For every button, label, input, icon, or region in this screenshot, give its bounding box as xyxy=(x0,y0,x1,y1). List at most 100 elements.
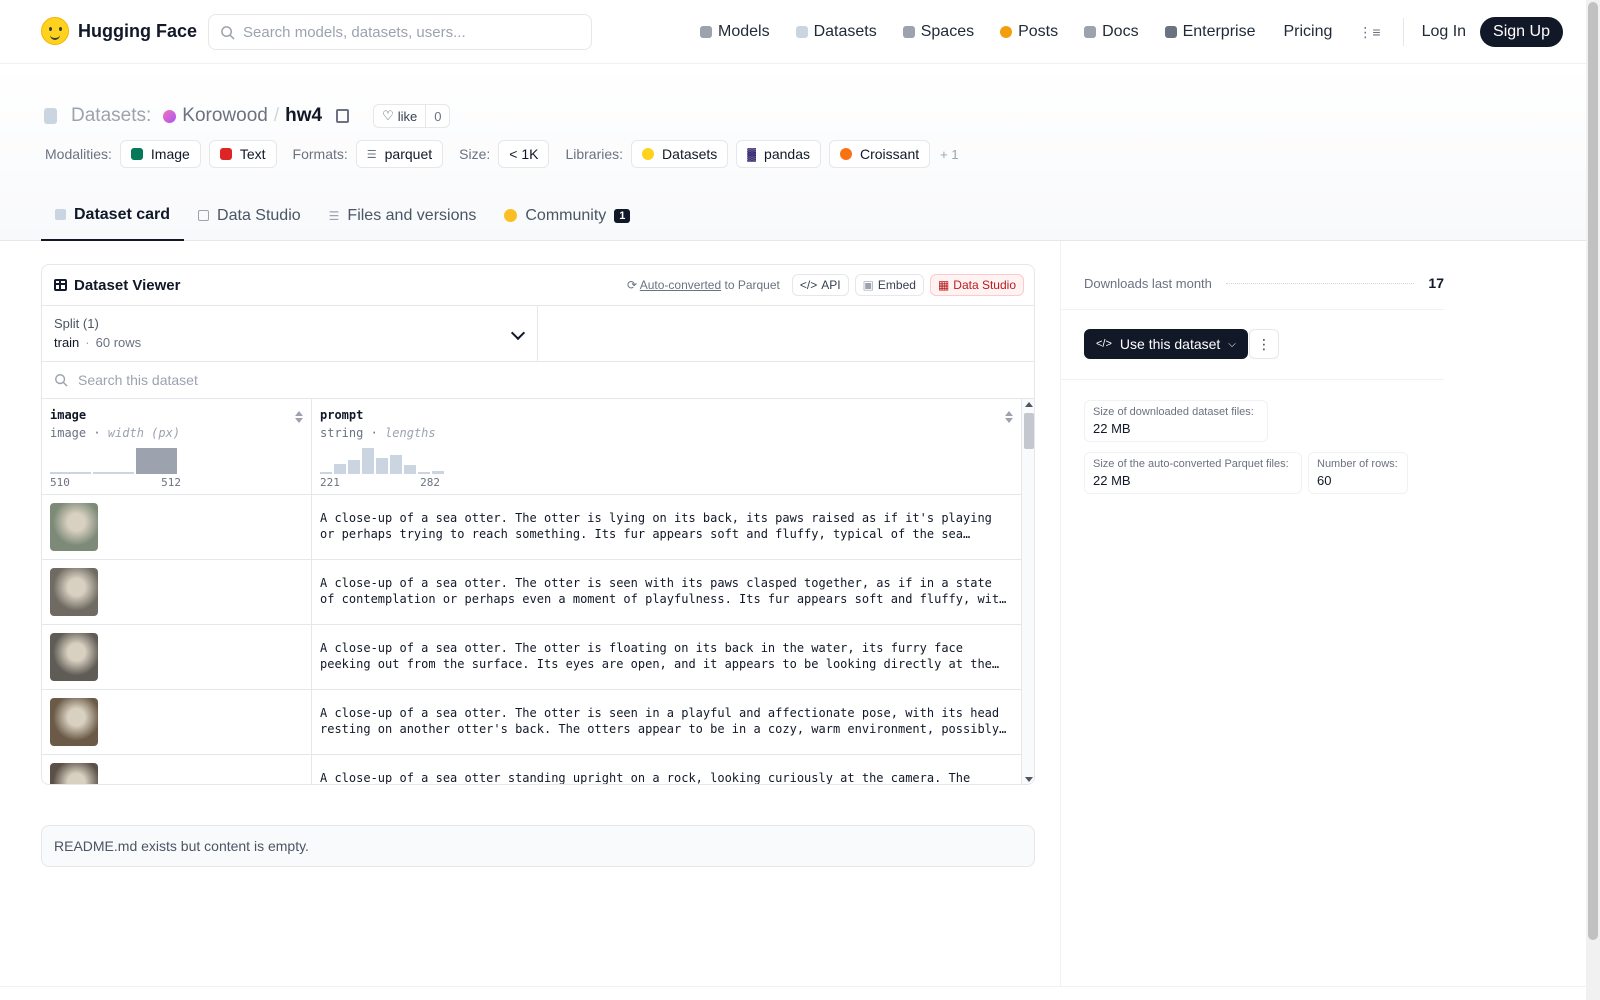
refresh-icon: ⟳ xyxy=(627,278,640,292)
scroll-up-icon[interactable] xyxy=(1025,402,1033,407)
histogram-bar[interactable] xyxy=(93,472,134,474)
image-thumbnail[interactable] xyxy=(50,568,98,616)
prompt-cell[interactable]: A close-up of a sea otter standing uprig… xyxy=(312,755,1021,784)
table-row[interactable]: A close-up of a sea otter. The otter is … xyxy=(42,625,1021,690)
org-link[interactable]: Korowood xyxy=(182,105,268,127)
prompt-cell[interactable]: A close-up of a sea otter. The otter is … xyxy=(312,690,1021,754)
page-scrollbar-thumb[interactable] xyxy=(1588,2,1598,940)
login-link[interactable]: Log In xyxy=(1422,23,1466,41)
tab-dataset-card[interactable]: Dataset card xyxy=(41,190,185,241)
table-row[interactable]: A close-up of a sea otter standing uprig… xyxy=(42,755,1021,784)
like-button[interactable]: ♡ like 0 xyxy=(373,104,451,128)
format-chip-parquet[interactable]: ☰ parquet xyxy=(355,140,444,168)
histogram-bar[interactable] xyxy=(348,460,360,474)
library-chip-pandas[interactable]: ▓ pandas xyxy=(736,140,821,168)
repo-name[interactable]: hw4 xyxy=(285,105,322,127)
split-dropdown[interactable]: Split (1) train · 60 rows xyxy=(42,306,538,361)
table-row[interactable]: A close-up of a sea otter. The otter is … xyxy=(42,560,1021,625)
nav-link-pricing[interactable]: Pricing xyxy=(1283,23,1332,41)
modality-chip-text[interactable]: Text xyxy=(208,140,277,168)
histogram-bar[interactable] xyxy=(404,465,416,474)
building-icon xyxy=(1164,26,1177,38)
data-studio-button[interactable]: ▦ Data Studio xyxy=(929,274,1024,296)
scroll-down-icon[interactable] xyxy=(1025,777,1033,782)
auto-converted-note: ⟳ Auto-converted to Parquet xyxy=(627,278,780,292)
prompt-cell[interactable]: A close-up of a sea otter. The otter is … xyxy=(312,560,1021,624)
image-cell[interactable] xyxy=(42,755,312,784)
copy-icon[interactable] xyxy=(336,109,350,123)
histogram-bar[interactable] xyxy=(432,471,444,474)
image-thumbnail[interactable] xyxy=(50,503,98,551)
viewer-actions: ⟳ Auto-converted to Parquet </> API ▣ Embe… xyxy=(627,274,1024,296)
column-header-prompt[interactable]: prompt string · lengths 221 282 xyxy=(312,399,1021,494)
repo-tabs: Dataset card Data Studio ☰ Files and vers… xyxy=(41,190,644,241)
hugging-face-icon xyxy=(642,148,655,160)
embed-button[interactable]: ▣ Embed xyxy=(854,274,924,296)
nav-link-posts[interactable]: Posts xyxy=(1000,23,1058,41)
nav-link-spaces[interactable]: Spaces xyxy=(902,23,975,41)
image-cell[interactable] xyxy=(42,625,312,689)
image-thumbnail[interactable] xyxy=(50,698,98,746)
sort-icon[interactable] xyxy=(1005,411,1013,423)
column-type-text: string xyxy=(320,426,364,440)
nav-link-models[interactable]: Models xyxy=(700,23,770,41)
hugging-face-logo-icon xyxy=(41,17,69,45)
api-button[interactable]: </> API xyxy=(791,274,849,296)
signup-button[interactable]: Sign Up xyxy=(1480,17,1563,47)
library-chip-croissant[interactable]: Croissant xyxy=(828,140,931,168)
tab-data-studio[interactable]: Data Studio xyxy=(184,190,315,241)
column-header-image[interactable]: image image · width (px) 510 512 xyxy=(42,399,312,494)
tab-community[interactable]: Community 1 xyxy=(490,190,644,241)
use-this-dataset-button[interactable]: </> Use this dataset ⌵ xyxy=(1084,329,1248,359)
nav-link-label: Spaces xyxy=(920,23,975,40)
image-cell[interactable] xyxy=(42,495,312,559)
image-cell[interactable] xyxy=(42,690,312,754)
library-chip-datasets[interactable]: Datasets xyxy=(631,140,729,168)
viewer-title: Dataset Viewer xyxy=(54,277,180,294)
dataset-search[interactable] xyxy=(42,362,1034,399)
nav-link-enterprise[interactable]: Enterprise xyxy=(1164,23,1256,41)
prompt-cell[interactable]: A close-up of a sea otter. The otter is … xyxy=(312,625,1021,689)
nav-link-docs[interactable]: Docs xyxy=(1084,23,1139,41)
brand-logo[interactable]: Hugging Face xyxy=(41,17,197,45)
histogram-bar[interactable] xyxy=(418,472,430,474)
use-dataset-label: Use this dataset xyxy=(1119,336,1221,352)
table-row[interactable]: A close-up of a sea otter. The otter is … xyxy=(42,495,1021,560)
prompt-cell[interactable]: A close-up of a sea otter. The otter is … xyxy=(312,495,1021,559)
size-chip[interactable]: < 1K xyxy=(498,140,550,168)
histogram-bar[interactable] xyxy=(390,455,402,474)
image-thumbnail[interactable] xyxy=(50,633,98,681)
histogram-bar[interactable] xyxy=(320,472,332,474)
table-row[interactable]: A close-up of a sea otter. The otter is … xyxy=(42,690,1021,755)
column-stat: lengths xyxy=(385,426,436,440)
image-cell[interactable] xyxy=(42,560,312,624)
more-libraries-link[interactable]: + 1 xyxy=(940,147,958,162)
dataset-search-input[interactable] xyxy=(78,372,878,388)
stat-label: Size of downloaded dataset files: xyxy=(1093,406,1254,418)
nav-link-datasets[interactable]: Datasets xyxy=(795,23,877,41)
scrollbar-thumb[interactable] xyxy=(1024,413,1034,449)
image-thumbnail[interactable] xyxy=(50,763,98,784)
more-options-button[interactable]: ⋮ xyxy=(1249,329,1279,359)
stat-value: 60 xyxy=(1317,473,1332,488)
auto-converted-link[interactable]: Auto-converted xyxy=(640,278,721,292)
table-scrollbar[interactable] xyxy=(1021,399,1034,784)
nav-links: Models Datasets Spaces Posts Docs Enterp… xyxy=(700,17,1563,47)
histogram-bar[interactable] xyxy=(136,448,177,474)
page-scrollbar[interactable] xyxy=(1586,0,1600,1000)
more-menu-icon[interactable]: ⋮≡ xyxy=(1358,24,1380,41)
global-search[interactable] xyxy=(208,14,592,50)
global-search-input[interactable] xyxy=(243,23,573,41)
histogram-bar[interactable] xyxy=(376,458,388,474)
modality-chip-image[interactable]: Image xyxy=(119,140,201,168)
column-histogram[interactable] xyxy=(320,446,1013,474)
sort-icon[interactable] xyxy=(295,411,303,423)
tab-files-and-versions[interactable]: ☰ Files and versions xyxy=(315,190,491,241)
nav-link-label: Datasets xyxy=(813,23,877,40)
tab-label: Files and versions xyxy=(347,206,477,224)
column-histogram[interactable] xyxy=(50,446,303,474)
nav-link-label: Enterprise xyxy=(1182,23,1256,40)
histogram-bar[interactable] xyxy=(334,464,346,474)
histogram-bar[interactable] xyxy=(50,472,91,474)
histogram-bar[interactable] xyxy=(362,448,374,474)
